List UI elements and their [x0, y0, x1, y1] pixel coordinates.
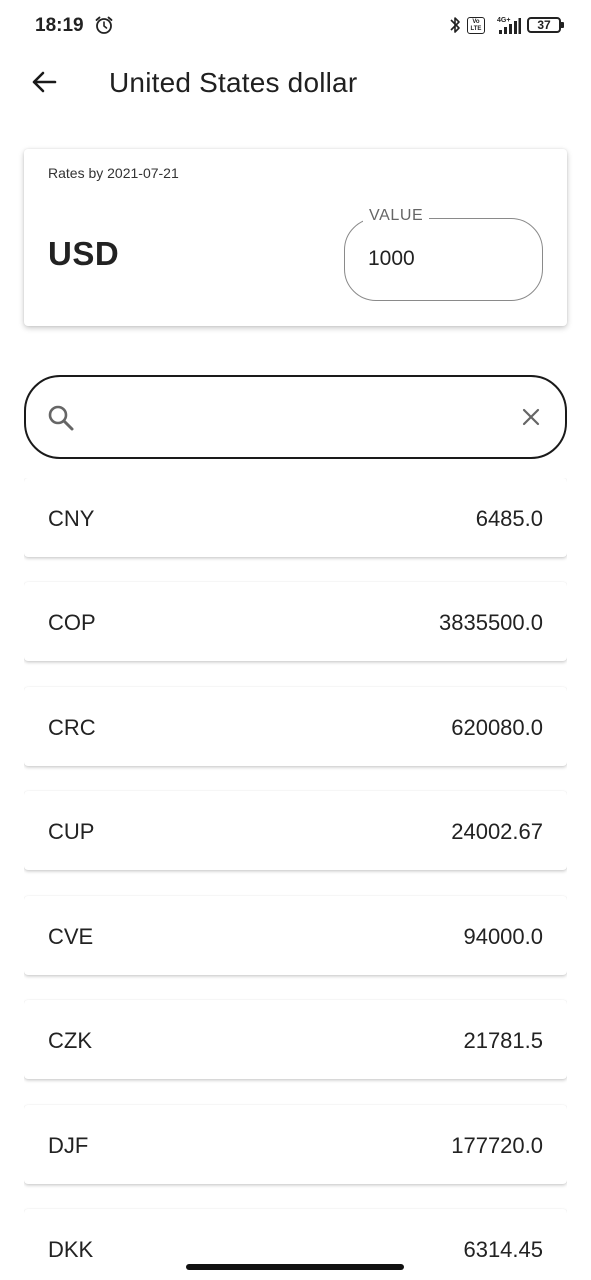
- app-bar: United States dollar: [0, 52, 591, 118]
- rate-currency-code: CUP: [48, 819, 95, 844]
- status-bar: 18:19 Vo LTE 4G+ 37: [0, 0, 591, 52]
- rate-value: 6485.0: [475, 506, 543, 531]
- rate-row[interactable]: CUP 24002.67: [24, 791, 567, 870]
- back-button[interactable]: [24, 62, 64, 102]
- rate-row[interactable]: DJF 177720.0: [24, 1105, 567, 1184]
- gesture-nav-handle[interactable]: [186, 1264, 404, 1270]
- search-box[interactable]: [24, 375, 567, 459]
- arrow-back-icon: [32, 71, 57, 93]
- search-icon: [48, 405, 74, 431]
- value-field[interactable]: VALUE 1000: [344, 207, 543, 301]
- rate-row[interactable]: CZK 21781.5: [24, 1000, 567, 1079]
- rate-currency-code: COP: [48, 610, 96, 635]
- alarm-icon: [95, 16, 113, 34]
- rates-list[interactable]: CNY 6485.0 COP 3835500.0 CRC 620080.0 CU…: [24, 478, 567, 1258]
- status-icons: Vo LTE 4G+ 37: [449, 14, 564, 36]
- rate-currency-code: CZK: [48, 1028, 92, 1053]
- rate-value: 177720.0: [451, 1133, 543, 1158]
- rate-value: 24002.67: [451, 819, 543, 844]
- value-field-label: VALUE: [363, 207, 430, 225]
- status-time: 18:19: [35, 15, 84, 36]
- volte-icon: Vo LTE: [467, 16, 485, 34]
- screen: 18:19 Vo LTE 4G+ 37 United States dollar…: [0, 0, 591, 1280]
- rate-value: 3835500.0: [439, 610, 543, 635]
- rate-value: 94000.0: [463, 924, 543, 949]
- rate-row[interactable]: COP 3835500.0: [24, 582, 567, 661]
- rate-row[interactable]: CRC 620080.0: [24, 687, 567, 766]
- network-type-label: 4G+: [497, 17, 510, 24]
- bluetooth-icon: [450, 17, 460, 33]
- rate-currency-code: CRC: [48, 715, 96, 740]
- rate-row[interactable]: DKK 6314.45: [24, 1209, 567, 1258]
- battery-icon: 37: [527, 17, 564, 33]
- rate-row[interactable]: CNY 6485.0: [24, 478, 567, 557]
- base-currency-code: USD: [48, 235, 120, 272]
- rate-value: 620080.0: [451, 715, 543, 740]
- base-currency-card: Rates by 2021-07-21 USD VALUE 1000: [24, 149, 567, 326]
- signal-icon: 4G+: [497, 17, 521, 34]
- rate-currency-code: CVE: [48, 924, 94, 949]
- rate-value: 21781.5: [463, 1028, 543, 1053]
- close-icon[interactable]: [521, 407, 541, 427]
- rate-currency-code: DKK: [48, 1237, 94, 1258]
- search-input[interactable]: [96, 403, 496, 433]
- value-input[interactable]: 1000: [368, 247, 415, 271]
- page-title: United States dollar: [109, 67, 358, 98]
- rates-date: Rates by 2021-07-21: [48, 165, 179, 181]
- rate-currency-code: DJF: [48, 1133, 89, 1158]
- rate-currency-code: CNY: [48, 506, 95, 531]
- rate-value: 6314.45: [463, 1237, 543, 1258]
- rate-row[interactable]: CVE 94000.0: [24, 896, 567, 975]
